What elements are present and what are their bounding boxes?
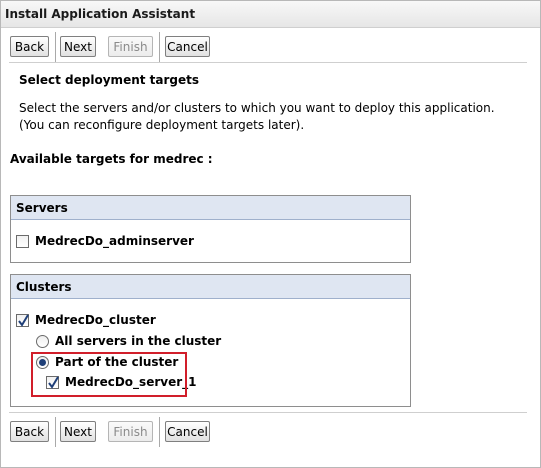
finish-button[interactable]: Finish	[108, 36, 153, 57]
servers-box: Servers	[10, 195, 411, 263]
toolbar-separator	[159, 32, 160, 62]
adminserver-label: MedrecDo_adminserver	[35, 234, 194, 248]
finish-button[interactable]: Finish	[108, 421, 153, 442]
checkmark-icon	[18, 313, 29, 327]
servers-header: Servers	[11, 196, 410, 220]
all-servers-label: All servers in the cluster	[55, 334, 222, 348]
cluster-checkbox[interactable]	[16, 313, 29, 327]
section-title: Select deployment targets	[19, 73, 200, 87]
next-button[interactable]: Next	[60, 421, 96, 442]
panel-title: Install Application Assistant	[5, 7, 196, 21]
adminserver-checkbox[interactable]	[16, 234, 29, 248]
toolbar-separator	[159, 417, 160, 447]
toolbar-separator	[55, 417, 56, 447]
back-button[interactable]: Back	[10, 421, 49, 442]
section-description: Select the servers and/or clusters to wh…	[19, 101, 495, 132]
divider	[9, 412, 527, 413]
bottom-toolbar: Back Next Finish Cancel	[0, 417, 541, 447]
cluster-label: MedrecDo_cluster	[35, 313, 156, 327]
cancel-button[interactable]: Cancel	[165, 421, 210, 442]
cancel-button[interactable]: Cancel	[165, 36, 210, 57]
server-row-adminserver: MedrecDo_adminserver	[16, 234, 194, 248]
option-all-row: All servers in the cluster	[36, 334, 221, 348]
divider	[9, 62, 527, 63]
clusters-header: Clusters	[11, 275, 410, 299]
back-button[interactable]: Back	[10, 36, 49, 57]
available-targets-label: Available targets for medrec :	[10, 152, 213, 166]
title-bar: Install Application Assistant	[1, 1, 540, 28]
all-servers-radio[interactable]	[36, 334, 49, 348]
next-button[interactable]: Next	[60, 36, 96, 57]
cluster-row: MedrecDo_cluster	[16, 313, 156, 327]
toolbar-separator	[55, 32, 56, 62]
highlight-box	[31, 352, 187, 397]
top-toolbar: Back Next Finish Cancel	[0, 32, 541, 62]
